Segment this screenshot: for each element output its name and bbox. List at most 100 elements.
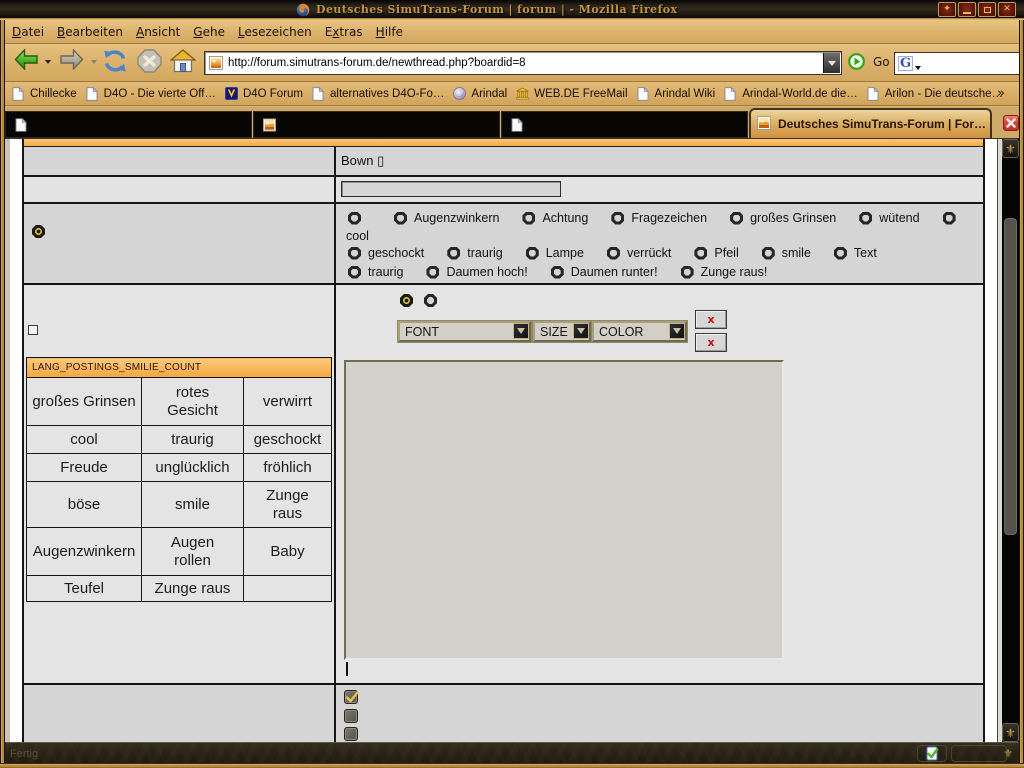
smilie-link[interactable]: Augenzwinkern (27, 528, 142, 576)
post-icon-option[interactable]: Pfeil (694, 246, 738, 260)
radio-icon[interactable] (681, 266, 694, 279)
radio-icon[interactable] (762, 247, 775, 260)
topic-input[interactable] (341, 181, 561, 197)
post-icon-option[interactable]: Fragezeichen (611, 211, 707, 225)
message-textarea[interactable] (344, 360, 784, 660)
remove-font-button[interactable]: x (695, 310, 727, 329)
smilie-link[interactable]: Teufel (27, 576, 142, 602)
radio-icon[interactable] (522, 212, 535, 225)
post-icon-option[interactable] (348, 212, 361, 225)
color-select[interactable]: COLOR (592, 321, 687, 342)
smilie-link[interactable]: verwirrt (244, 378, 332, 426)
option-checkbox-2[interactable] (344, 709, 358, 723)
editor-mode-radio-1[interactable] (400, 294, 413, 307)
menu-gehe[interactable]: Gehe (193, 25, 225, 39)
radio-icon[interactable] (426, 266, 439, 279)
menu-extras[interactable]: Extras (325, 25, 363, 39)
status-segment-icon[interactable] (917, 745, 947, 762)
post-icon-option[interactable]: geschockt (348, 246, 424, 260)
bookmark-item[interactable]: Chillecke (12, 87, 77, 101)
menu-lesezeichen[interactable]: Lesezeichen (238, 25, 312, 39)
post-icon-option[interactable]: wütend (859, 211, 919, 225)
radio-icon[interactable] (447, 247, 460, 260)
radio-icon[interactable] (943, 212, 956, 225)
post-icon-none-radio[interactable] (32, 225, 45, 238)
search-engine-dropdown[interactable] (915, 66, 921, 70)
bookmark-item[interactable]: Arindal (453, 87, 507, 101)
bookmark-item[interactable]: alternatives D4O-Fo… (312, 87, 444, 101)
tab-active[interactable]: Deutsches SimuTrans-Forum | For… (749, 108, 992, 138)
smilie-link[interactable]: cool (27, 426, 142, 454)
radio-icon[interactable] (859, 212, 872, 225)
tab-2[interactable] (253, 111, 500, 138)
home-button[interactable] (170, 49, 196, 73)
radio-icon[interactable] (348, 247, 361, 260)
stop-button[interactable] (137, 49, 162, 73)
smilie-link[interactable]: smile (142, 482, 244, 528)
radio-icon[interactable] (348, 212, 361, 225)
tab-1[interactable] (5, 111, 252, 138)
reload-button[interactable] (102, 49, 128, 73)
shade-button[interactable]: ✦ (938, 2, 956, 17)
size-select-arrow[interactable] (573, 323, 589, 339)
post-icon-option[interactable]: smile (762, 246, 811, 260)
forward-button[interactable] (59, 49, 84, 70)
radio-icon[interactable] (394, 212, 407, 225)
search-input[interactable]: G (894, 52, 1023, 75)
bookmark-item[interactable]: Arilon - Die deutsche… (867, 87, 1003, 101)
post-icon-option[interactable]: Zunge raus! (681, 265, 768, 279)
scroll-up-button[interactable]: ⚜ (1002, 139, 1019, 158)
tab-close-button[interactable] (1003, 115, 1019, 131)
radio-icon[interactable] (834, 247, 847, 260)
bookmark-item[interactable]: WEB.DE FreeMail (516, 87, 627, 101)
post-icon-option[interactable]: großes Grinsen (730, 211, 836, 225)
post-icon-option[interactable]: Augenzwinkern (394, 211, 499, 225)
radio-icon[interactable] (526, 247, 539, 260)
bookmark-item[interactable]: D4O Forum (225, 87, 303, 101)
remove-color-button[interactable]: x (695, 333, 727, 352)
post-icon-option[interactable]: traurig (447, 246, 502, 260)
radio-icon[interactable] (551, 266, 564, 279)
go-button[interactable]: Go (873, 55, 890, 69)
menu-datei[interactable]: Datei (12, 25, 44, 39)
radio-icon[interactable] (348, 266, 361, 279)
url-dropdown[interactable] (823, 53, 840, 73)
scrollbar-thumb[interactable] (1004, 218, 1017, 535)
post-icon-option[interactable]: verrückt (607, 246, 671, 260)
bookmark-item[interactable]: D4O - Die vierte Off… (86, 87, 216, 101)
bookmark-item[interactable]: Arindal-World.de die… (724, 87, 857, 101)
color-select-arrow[interactable] (669, 323, 685, 339)
close-button[interactable]: ✕ (998, 2, 1016, 17)
bookmarks-overflow-chevron[interactable]: » (997, 86, 1005, 101)
option-checkbox-3[interactable] (344, 727, 358, 741)
menu-bearbeiten[interactable]: Bearbeiten (57, 25, 123, 39)
post-icon-option[interactable]: Lampe (526, 246, 584, 260)
back-button[interactable] (14, 49, 39, 70)
radio-icon[interactable] (694, 247, 707, 260)
smilie-link[interactable]: böse (27, 482, 142, 528)
font-select[interactable]: FONT (398, 321, 531, 342)
smilie-link[interactable]: traurig (142, 426, 244, 454)
post-icon-option[interactable]: Achtung (522, 211, 588, 225)
post-icon-option[interactable]: traurig (348, 265, 403, 279)
post-icon-option[interactable]: Daumen hoch! (426, 265, 527, 279)
smilie-link[interactable]: fröhlich (244, 454, 332, 482)
smilie-link[interactable]: rotes Gesicht (142, 378, 244, 426)
smilie-link[interactable]: Baby (244, 528, 332, 576)
smilie-link[interactable]: geschockt (244, 426, 332, 454)
vertical-scrollbar[interactable]: ⚜ ⚜ (997, 139, 1019, 742)
back-dropdown[interactable] (45, 60, 51, 64)
menu-ansicht[interactable]: Ansicht (136, 25, 180, 39)
post-icon-option[interactable]: Text (834, 246, 877, 260)
smilie-link[interactable]: Augen rollen (142, 528, 244, 576)
option-checkbox-1-checked[interactable] (344, 690, 358, 704)
menu-hilfe[interactable]: Hilfe (376, 25, 403, 39)
smilie-link[interactable]: Freude (27, 454, 142, 482)
editor-mode-radio-2[interactable] (424, 294, 437, 307)
minimize-button[interactable] (958, 2, 976, 17)
post-icon-option[interactable]: Daumen runter! (551, 265, 658, 279)
google-icon[interactable]: G (898, 56, 913, 71)
radio-icon[interactable] (611, 212, 624, 225)
smilies-checkbox[interactable] (28, 325, 38, 335)
smilie-link[interactable]: Zunge raus (142, 576, 244, 602)
